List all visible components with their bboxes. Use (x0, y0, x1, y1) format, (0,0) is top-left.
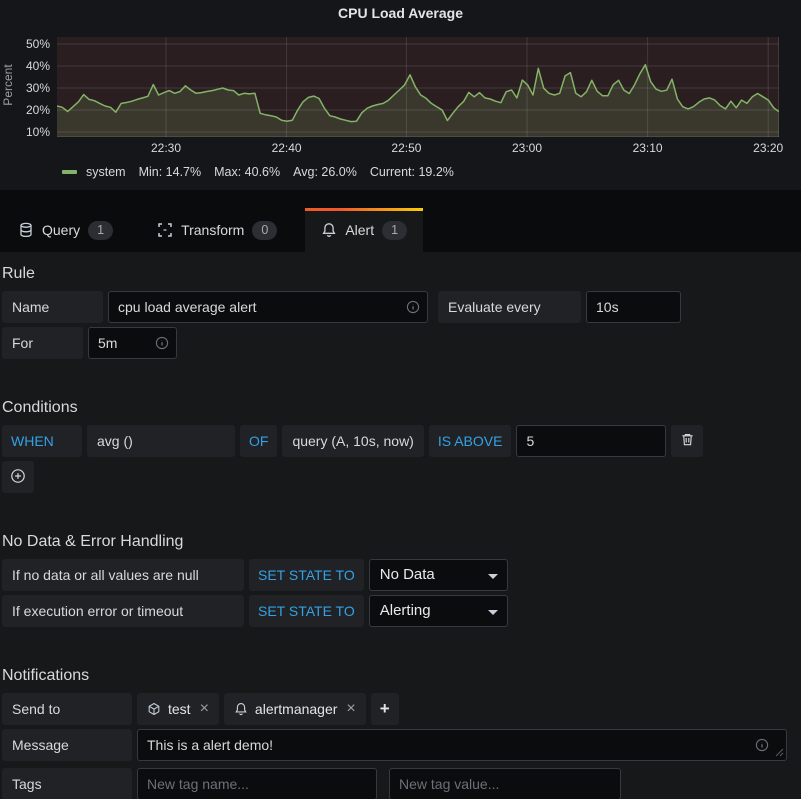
panel-title: CPU Load Average (0, 5, 801, 21)
for-input[interactable] (88, 327, 177, 359)
error-state-select[interactable]: Alerting (369, 595, 508, 627)
panel-editor-tabs: Query 1 Transform 0 Alert 1 (0, 190, 801, 252)
x-tick-label: 23:00 (512, 141, 542, 155)
condition-aggregation-dropdown[interactable]: avg () (87, 425, 235, 457)
y-tick-label: 30% (26, 81, 50, 95)
legend-stat-min: Min: 14.7% (139, 165, 202, 179)
trash-icon (680, 432, 695, 450)
resize-handle[interactable] (775, 744, 784, 760)
condition-when-keyword: WHEN (2, 425, 82, 457)
bell-icon (234, 702, 248, 716)
y-tick-label: 40% (26, 59, 50, 73)
add-recipient-button[interactable]: + (371, 693, 399, 725)
database-icon (18, 222, 34, 238)
legend-stat-max: Max: 40.6% (214, 165, 280, 179)
rule-name-input[interactable] (108, 291, 428, 323)
legend-stat-current: Current: 19.2% (370, 165, 454, 179)
remove-recipient-icon[interactable]: × (346, 701, 355, 717)
notifications-heading: Notifications (2, 667, 799, 685)
condition-operator-dropdown[interactable]: IS ABOVE (429, 425, 512, 457)
recipient-name: test (168, 701, 191, 717)
message-label: Message (2, 729, 132, 761)
tab-query-badge: 1 (88, 221, 113, 240)
tab-transform-badge: 0 (252, 221, 277, 240)
condition-of-keyword: OF (240, 425, 277, 457)
y-axis-title: Percent (1, 50, 15, 120)
x-tick-label: 23:20 (753, 141, 783, 155)
message-field-wrap: This is a alert demo! (137, 729, 787, 764)
tab-alert-badge: 1 (382, 221, 407, 240)
for-field-wrap (88, 327, 177, 359)
send-to-label: Send to (2, 693, 132, 725)
error-state-value: Alerting (380, 602, 431, 619)
name-label: Name (2, 291, 103, 323)
legend-series-name[interactable]: system (86, 165, 126, 179)
no-data-state-value: No Data (380, 566, 435, 583)
error-row: If execution error or timeout SET STATE … (2, 595, 799, 627)
chart-legend: system Min: 14.7% Max: 40.6% Avg: 26.0% … (62, 165, 454, 179)
y-tick-label: 10% (26, 125, 50, 139)
bell-icon (321, 222, 337, 238)
legend-stat-avg: Avg: 26.0% (293, 165, 357, 179)
y-tick-label: 50% (26, 37, 50, 51)
error-set-state-keyword: SET STATE TO (249, 595, 364, 627)
x-tick-label: 22:40 (272, 141, 302, 155)
transform-icon (157, 222, 173, 238)
condition-query-dropdown[interactable]: query (A, 10s, now) (282, 425, 423, 457)
no-data-state-select[interactable]: No Data (369, 559, 508, 591)
tab-query-label: Query (42, 222, 80, 238)
tab-query[interactable]: Query 1 (2, 208, 129, 252)
plus-circle-icon (10, 468, 26, 487)
x-tick-label: 22:30 (151, 141, 181, 155)
for-label: For (2, 327, 83, 359)
condition-row: WHEN avg () OF query (A, 10s, now) IS AB… (2, 425, 799, 457)
recipient-name: alertmanager (255, 701, 338, 717)
y-tick-label: 20% (26, 103, 50, 117)
no-data-set-state-keyword: SET STATE TO (249, 559, 364, 591)
conditions-heading: Conditions (2, 399, 799, 417)
remove-recipient-icon[interactable]: × (200, 701, 209, 717)
condition-threshold-input[interactable] (516, 425, 666, 457)
tags-label: Tags (2, 768, 132, 799)
webhook-icon (147, 702, 161, 716)
tab-transform-label: Transform (181, 222, 244, 238)
no-data-label: If no data or all values are null (2, 559, 244, 591)
delete-condition-button[interactable] (671, 425, 703, 457)
no-data-row: If no data or all values are null SET ST… (2, 559, 799, 591)
evaluate-every-input[interactable] (586, 291, 681, 323)
new-tag-value-input[interactable] (389, 768, 621, 799)
legend-color-swatch (62, 170, 77, 174)
caret-down-icon (488, 574, 498, 579)
x-tick-label: 22:50 (391, 141, 421, 155)
send-to-row: Send to test × alertmanager × + (2, 693, 799, 725)
add-condition-row (2, 461, 799, 493)
tab-transform[interactable]: Transform 0 (141, 208, 293, 252)
new-tag-name-input[interactable] (137, 768, 377, 799)
message-row: Message This is a alert demo! (2, 729, 799, 764)
no-data-heading: No Data & Error Handling (2, 533, 799, 551)
rule-row-1: Name Evaluate every (2, 291, 799, 323)
tab-alert-label: Alert (345, 222, 374, 238)
rule-row-2: For (2, 327, 799, 359)
graph-panel: CPU Load Average Percent 50% 40% 30% 20% 10%… (0, 0, 801, 190)
x-tick-label: 23:10 (633, 141, 663, 155)
alert-tab-content: Rule Name Evaluate every For Conditions (0, 265, 801, 799)
rule-heading: Rule (2, 265, 799, 283)
tags-row: Tags (2, 768, 799, 799)
recipient-chip-test: test × (137, 693, 219, 725)
name-field-wrap (108, 291, 428, 323)
evaluate-every-label: Evaluate every (438, 291, 581, 323)
time-series-chart[interactable] (57, 37, 779, 137)
recipient-chip-alertmanager: alertmanager × (224, 693, 366, 725)
error-label: If execution error or timeout (2, 595, 244, 627)
caret-down-icon (488, 610, 498, 615)
x-axis-ticks: 22:30 22:40 22:50 23:00 23:10 23:20 (0, 141, 801, 157)
add-condition-button[interactable] (2, 461, 34, 493)
message-textarea[interactable]: This is a alert demo! (137, 729, 787, 761)
tab-alert[interactable]: Alert 1 (305, 208, 423, 252)
